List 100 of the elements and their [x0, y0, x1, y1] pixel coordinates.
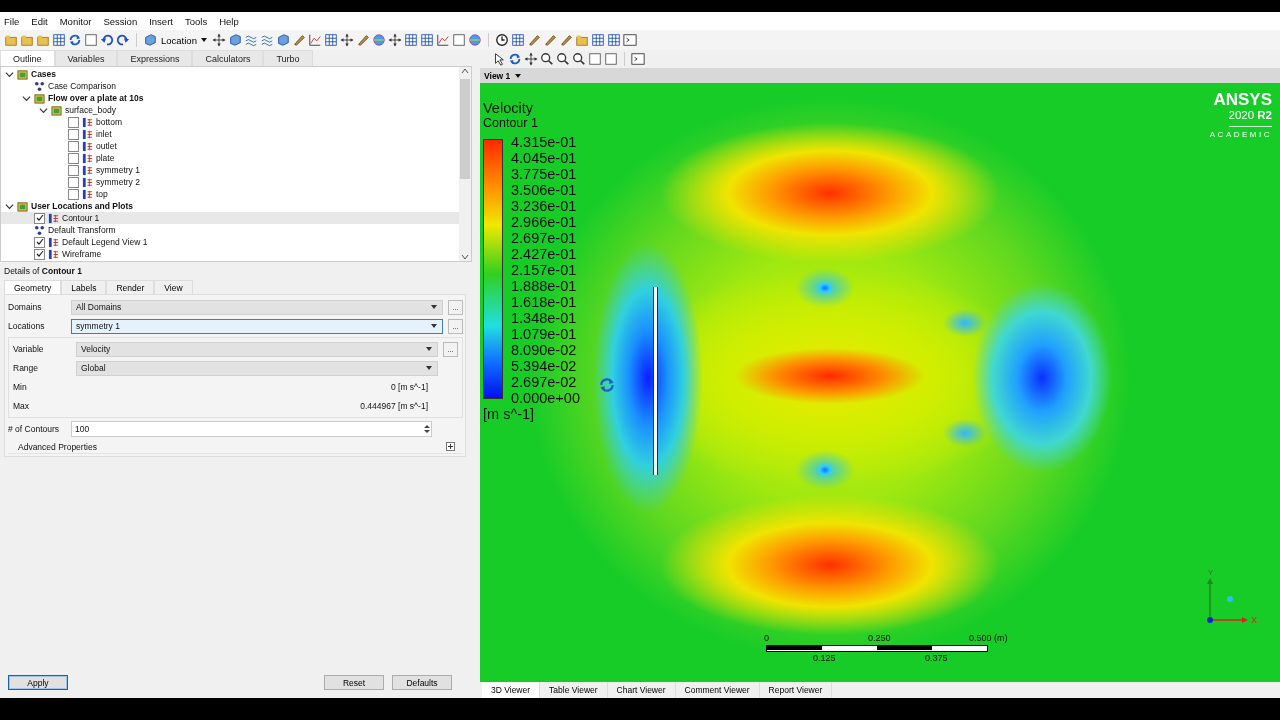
zoom-icon[interactable]	[572, 52, 586, 66]
tree-item[interactable]: Wireframe	[62, 249, 102, 259]
clock-icon[interactable]	[494, 33, 509, 47]
panel-tab[interactable]: Outline	[0, 50, 55, 66]
square-icon[interactable]	[451, 33, 466, 47]
pen-icon[interactable]	[558, 33, 573, 47]
zoom-icon[interactable]	[556, 52, 570, 66]
waves-icon[interactable]	[259, 33, 274, 47]
spinner-arrows-icon[interactable]	[423, 424, 431, 434]
terminal-icon[interactable]	[631, 52, 645, 66]
square-icon[interactable]	[588, 52, 602, 66]
tree-item[interactable]: Cases	[31, 69, 57, 79]
chevron-icon[interactable]	[22, 93, 31, 103]
sphere-icon[interactable]	[371, 33, 386, 47]
chevron-icon[interactable]	[5, 69, 14, 79]
folder-icon[interactable]	[20, 33, 34, 47]
tree-item[interactable]: plate	[96, 153, 115, 163]
cube-icon[interactable]	[143, 33, 157, 47]
tree-item[interactable]: Case Comparison	[48, 81, 117, 91]
menu-item[interactable]: Insert	[149, 15, 173, 27]
panel-tab[interactable]: Variables	[54, 50, 118, 66]
dropdown-field[interactable]: All Domains	[71, 299, 443, 315]
folder-icon[interactable]	[4, 33, 18, 47]
folder-icon[interactable]	[574, 33, 589, 47]
arrows-icon[interactable]	[524, 52, 538, 66]
tree-item[interactable]: symmetry 1	[96, 165, 140, 175]
grid-icon[interactable]	[52, 33, 66, 47]
menu-item[interactable]: Session	[103, 15, 138, 27]
view-menu[interactable]: View 1	[484, 70, 523, 81]
undo-icon[interactable]	[100, 33, 114, 47]
pen-icon[interactable]	[526, 33, 541, 47]
scroll-down-icon[interactable]	[461, 253, 469, 261]
square-icon[interactable]	[84, 33, 98, 47]
cube-icon[interactable]	[227, 33, 242, 47]
spin-field[interactable]: 100	[71, 421, 432, 437]
tree-item[interactable]: symmetry 2	[96, 177, 140, 187]
tree-item[interactable]: Default Legend View 1	[62, 237, 148, 247]
tree-item[interactable]: Flow over a plate at 10s	[48, 93, 144, 103]
checkbox[interactable]	[68, 116, 79, 128]
scroll-up-icon[interactable]	[461, 67, 469, 75]
tree-item[interactable]: Default Transform	[48, 225, 116, 235]
waves-icon[interactable]	[243, 33, 258, 47]
checkbox[interactable]	[68, 128, 79, 140]
panel-tab[interactable]: Turbo	[263, 50, 313, 66]
expand-icon[interactable]	[446, 442, 455, 451]
scrollbar[interactable]	[459, 67, 471, 261]
grid-icon[interactable]	[419, 33, 434, 47]
menu-item[interactable]: Edit	[31, 15, 48, 27]
tree-item[interactable]: outlet	[96, 141, 117, 151]
cube-icon[interactable]	[275, 33, 290, 47]
dropdown-field[interactable]: Global	[76, 360, 438, 376]
menu-item[interactable]: Help	[219, 15, 239, 27]
checkbox[interactable]	[68, 140, 79, 152]
arrows-icon[interactable]	[339, 33, 354, 47]
chart-icon[interactable]	[307, 33, 322, 47]
tree-item[interactable]: User Locations and Plots	[31, 201, 134, 211]
arrows-icon[interactable]	[387, 33, 402, 47]
tree-item[interactable]: bottom	[96, 117, 122, 127]
action-button[interactable]: Apply	[8, 675, 68, 690]
pen-icon[interactable]	[291, 33, 306, 47]
grid-icon[interactable]	[323, 33, 338, 47]
grid-icon[interactable]	[606, 33, 621, 47]
menu-item[interactable]: Monitor	[59, 15, 92, 27]
checkbox[interactable]	[68, 152, 79, 164]
pen-icon[interactable]	[542, 33, 557, 47]
panel-tab[interactable]: Calculators	[192, 50, 264, 66]
details-tab[interactable]: Geometry	[4, 280, 62, 294]
section-header[interactable]: Advanced Properties	[18, 441, 97, 452]
arrows-icon[interactable]	[211, 33, 226, 47]
checkbox[interactable]	[68, 176, 79, 188]
grid-icon[interactable]	[403, 33, 418, 47]
menu-item[interactable]: File	[4, 15, 20, 27]
dropdown-field[interactable]: Velocity	[76, 341, 438, 357]
pen-icon[interactable]	[355, 33, 370, 47]
terminal-icon[interactable]	[622, 33, 637, 47]
folder-icon[interactable]	[36, 33, 50, 47]
checkbox[interactable]	[34, 236, 45, 248]
tree-item[interactable]: surface_body	[65, 105, 117, 115]
panel-tab[interactable]: Expressions	[117, 50, 193, 66]
sphere-icon[interactable]	[467, 33, 482, 47]
zoom-icon[interactable]	[540, 52, 554, 66]
tree-item[interactable]: Contour 1	[62, 213, 100, 223]
chevron-icon[interactable]	[5, 201, 14, 211]
menu-item[interactable]: Tools	[184, 15, 208, 27]
grid-icon[interactable]	[590, 33, 605, 47]
grid-icon[interactable]	[510, 33, 525, 47]
tree-item[interactable]: inlet	[96, 129, 112, 139]
dropdown-field[interactable]: symmetry 1	[71, 318, 443, 334]
checkbox[interactable]	[34, 248, 45, 260]
chart-icon[interactable]	[435, 33, 450, 47]
details-tab[interactable]: Labels	[61, 280, 107, 294]
checkbox[interactable]	[68, 188, 79, 200]
details-tab[interactable]: Render	[106, 280, 155, 294]
action-button[interactable]: Defaults	[392, 675, 452, 690]
checkbox[interactable]	[34, 212, 45, 224]
square-icon[interactable]	[604, 52, 618, 66]
location-button[interactable]: Location	[159, 34, 210, 46]
chevron-icon[interactable]	[39, 105, 48, 115]
redo-icon[interactable]	[116, 33, 130, 47]
checkbox[interactable]	[68, 164, 79, 176]
